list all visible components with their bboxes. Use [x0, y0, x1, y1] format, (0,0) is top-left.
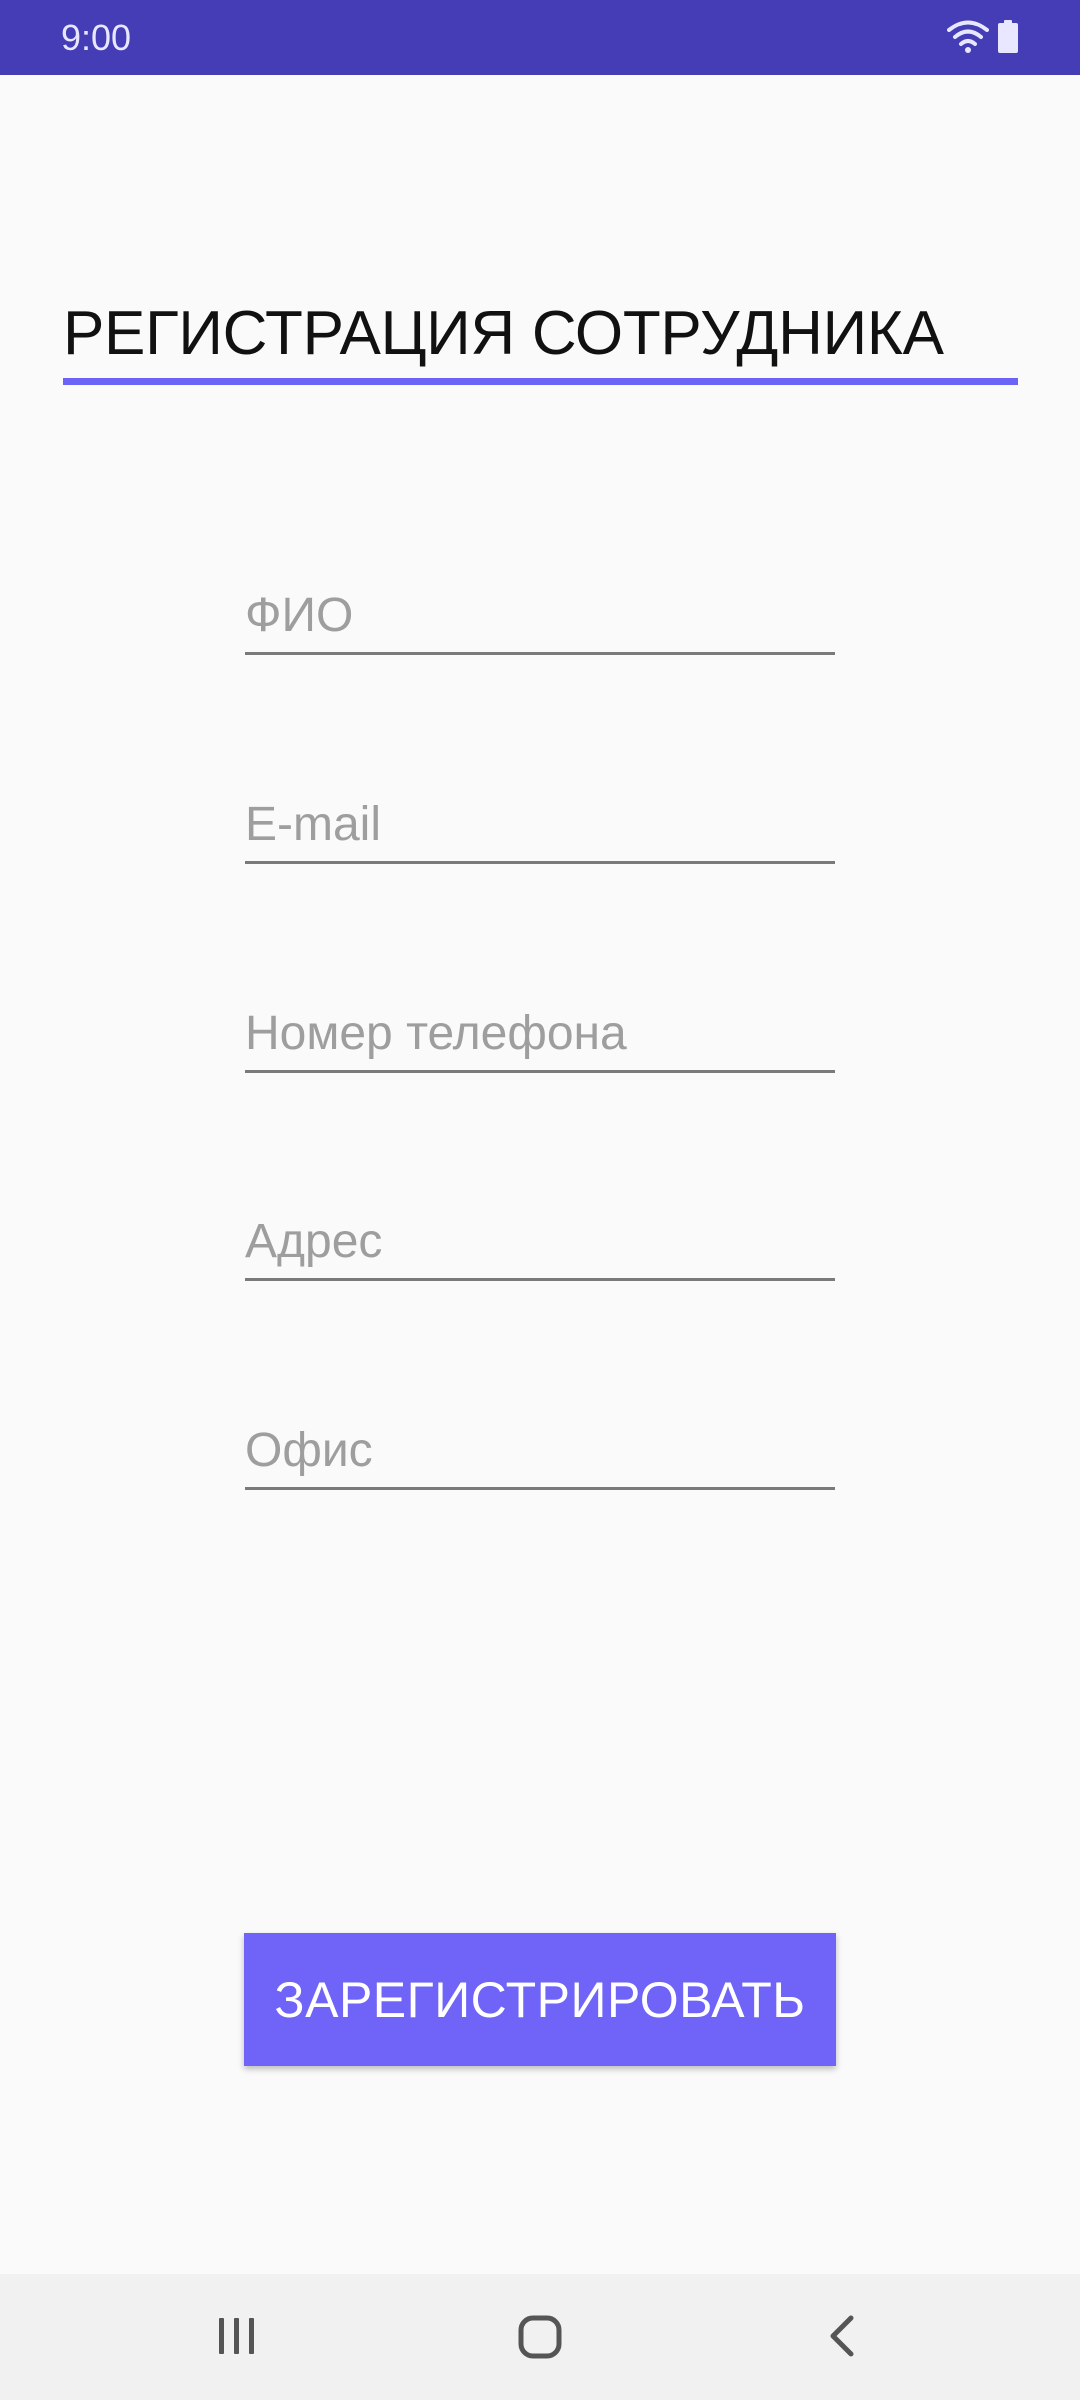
email-underline: [245, 861, 835, 864]
home-icon[interactable]: [480, 2274, 600, 2400]
address-input[interactable]: [245, 1204, 835, 1278]
office-underline: [245, 1487, 835, 1490]
status-time: 9:00: [61, 17, 132, 58]
full-name-input[interactable]: [245, 578, 835, 652]
navigation-bar: [0, 2274, 1080, 2400]
address-field[interactable]: [245, 1204, 835, 1284]
page-title: РЕГИСТРАЦИЯ СОТРУДНИКА: [63, 299, 944, 368]
full-name-underline: [245, 652, 835, 655]
title-underline: [63, 378, 1018, 385]
address-underline: [245, 1278, 835, 1281]
status-bar: 9:00: [0, 0, 1080, 75]
full-name-field[interactable]: [245, 578, 835, 658]
phone-underline: [245, 1070, 835, 1073]
recent-apps-icon[interactable]: [176, 2274, 296, 2400]
battery-icon: [997, 20, 1019, 53]
office-input[interactable]: [245, 1413, 835, 1487]
back-icon[interactable]: [781, 2274, 901, 2400]
register-button[interactable]: ЗАРЕГИСТРИРОВАТЬ: [244, 1933, 836, 2066]
email-input[interactable]: [245, 787, 835, 861]
office-field[interactable]: [245, 1413, 835, 1493]
email-field[interactable]: [245, 787, 835, 867]
phone-field[interactable]: [245, 996, 835, 1076]
wifi-icon: [947, 19, 989, 53]
phone-input[interactable]: [245, 996, 835, 1070]
